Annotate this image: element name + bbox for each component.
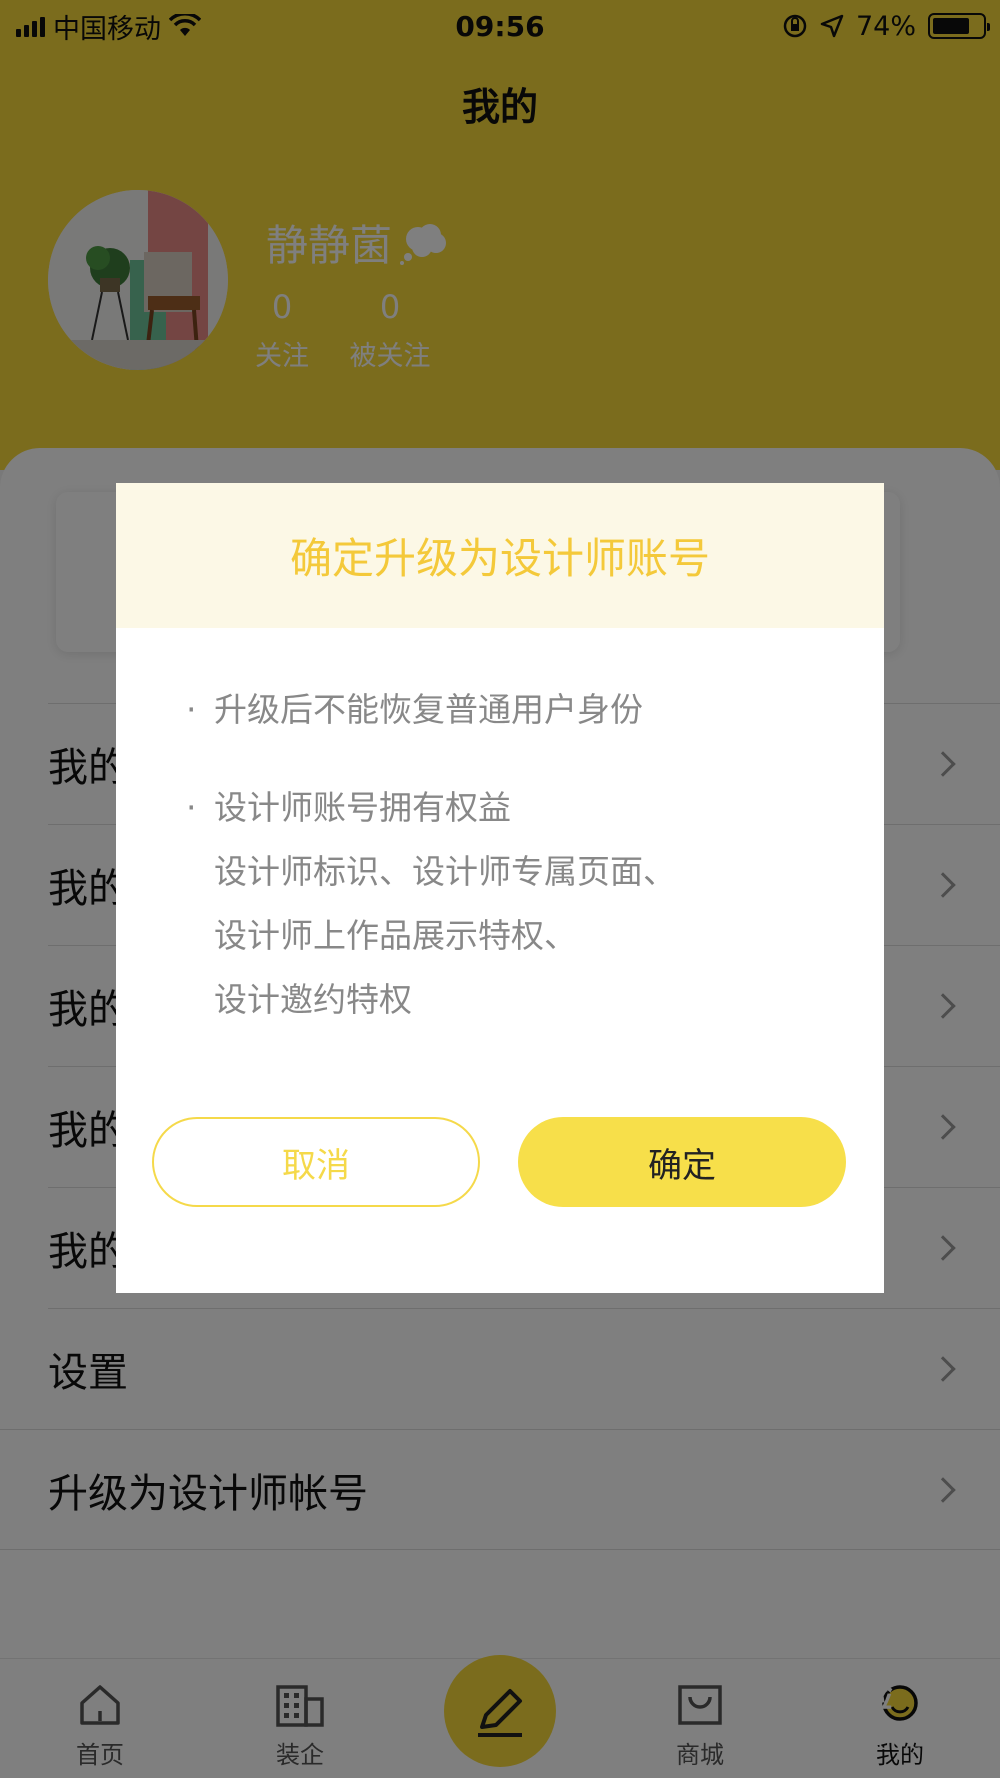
bullet-dot-icon: ·: [186, 690, 197, 729]
bullet-text: 设计师账号拥有权益: [214, 788, 511, 827]
bullet-dot-icon: ·: [186, 788, 197, 827]
bullet-text: 升级后不能恢复普通用户身份: [214, 690, 643, 729]
cancel-button[interactable]: 取消: [152, 1117, 480, 1207]
dialog-title: 确定升级为设计师账号: [116, 483, 884, 628]
benefit-line: 设计师标识、设计师专属页面、: [214, 852, 676, 891]
benefit-line: 设计邀约特权: [214, 980, 412, 1019]
upgrade-dialog: 确定升级为设计师账号 · 升级后不能恢复普通用户身份 · 设计师账号拥有权益 设…: [116, 483, 884, 1293]
benefit-line: 设计师上作品展示特权、: [214, 916, 577, 955]
bullet-item: · 升级后不能恢复普通用户身份: [186, 678, 676, 742]
dialog-body: · 升级后不能恢复普通用户身份 · 设计师账号拥有权益 设计师标识、设计师专属页…: [186, 678, 676, 1032]
confirm-button[interactable]: 确定: [518, 1117, 846, 1207]
bullet-item: · 设计师账号拥有权益 设计师标识、设计师专属页面、 设计师上作品展示特权、 设…: [186, 776, 676, 1032]
